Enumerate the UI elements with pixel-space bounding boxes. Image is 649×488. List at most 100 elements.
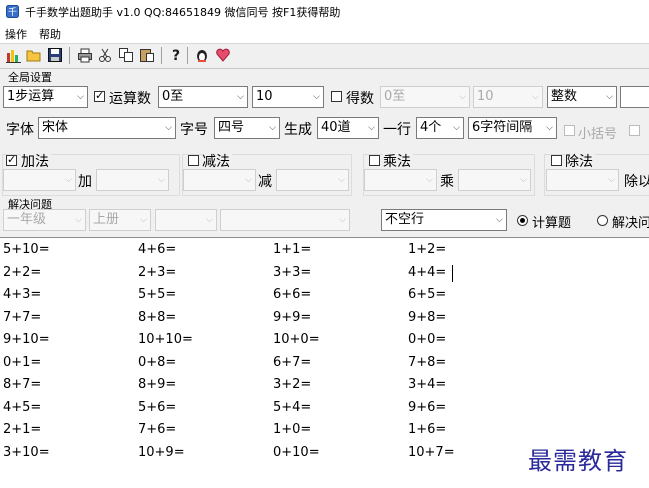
problem-cell: 2+1= — [3, 422, 42, 437]
menu-operate[interactable]: 操作 — [5, 26, 27, 42]
per-row-select[interactable]: 4个 ⌵ — [416, 117, 464, 139]
problem-cell: 8+8= — [138, 309, 177, 325]
sub-left-select[interactable]: ⌵ — [183, 169, 256, 191]
cut-icon[interactable] — [97, 47, 113, 63]
generate-label: 生成 — [284, 122, 312, 138]
generate-select[interactable]: 40道 ⌵ — [317, 117, 379, 139]
problem-cell: 4+3= — [3, 287, 42, 302]
grade-select[interactable]: 一年级 ⌵ — [3, 209, 86, 231]
problem-cell: 8+7= — [3, 377, 42, 392]
problem-cell: 5+10= — [3, 242, 50, 257]
add-right-select[interactable]: ⌵ — [96, 169, 169, 191]
mul-mid-label: 乘 — [440, 174, 454, 190]
window-title: 千手数学出题助手 v1.0 QQ:84651849 微信同号 按F1获得帮助 — [25, 6, 341, 19]
chart-icon[interactable] — [6, 47, 22, 63]
calc-radio-label: 计算题 — [532, 216, 572, 231]
topic-select[interactable]: ⌵ — [220, 209, 350, 231]
bracket-label: 小括号 — [578, 127, 618, 142]
help-icon[interactable]: ? — [168, 47, 184, 64]
problem-cell: 10+0= — [273, 332, 320, 347]
operand-count-checkbox[interactable] — [94, 89, 105, 102]
div-mid-label: 除以 — [624, 174, 649, 190]
problem-cell: 5+6= — [138, 399, 177, 415]
result-label: 得数 — [346, 91, 374, 107]
extra-select[interactable] — [620, 86, 649, 108]
open-folder-icon[interactable] — [26, 47, 42, 63]
problem-cell: 1+0= — [273, 422, 312, 437]
font-label: 字体 — [6, 122, 34, 138]
problem-cell: 6+7= — [273, 354, 312, 370]
size-label: 字号 — [180, 122, 208, 138]
problem-cell: 0+0= — [408, 332, 447, 347]
result-checkbox[interactable] — [331, 91, 342, 102]
problem-cell: 0+8= — [138, 354, 177, 370]
paste-icon[interactable] — [139, 47, 155, 63]
solve-radio[interactable] — [597, 215, 608, 226]
mul-right-select[interactable]: ⌵ — [458, 169, 531, 191]
app-icon: 千 — [6, 5, 19, 18]
sub-right-select[interactable]: ⌵ — [276, 169, 349, 191]
steps-select[interactable]: 1步运算 ⌵ — [3, 86, 88, 108]
mul-left-select[interactable]: ⌵ — [364, 169, 437, 191]
number-type-select[interactable]: 整数 ⌵ — [547, 86, 617, 108]
problem-cell: 1+2= — [408, 242, 447, 257]
problem-cell: 9+10= — [3, 332, 50, 347]
add-mid-label: 加 — [78, 174, 92, 190]
qq-penguin-icon[interactable] — [194, 47, 210, 63]
unit-select[interactable]: ⌵ — [155, 209, 217, 231]
font-select[interactable]: 宋体 ⌵ — [38, 117, 176, 139]
spacing-select[interactable]: 6字符间隔 ⌵ — [468, 117, 557, 139]
sub-mid-label: 减 — [258, 174, 272, 190]
line-mode-select[interactable]: 不空行 ⌵ — [381, 209, 507, 231]
div-checkbox[interactable] — [551, 155, 562, 166]
problem-cell: 7+7= — [3, 309, 42, 325]
problem-cell: 2+2= — [3, 264, 42, 280]
toolbar-separator — [69, 47, 70, 64]
problem-cell: 5+4= — [273, 399, 312, 415]
menu-bar: 操作 帮助 — [0, 23, 649, 43]
problem-cell: 10+10= — [138, 332, 193, 347]
problem-cell: 6+6= — [273, 287, 312, 302]
result-to-select[interactable]: 10 ⌵ — [473, 86, 543, 108]
operand-from-select[interactable]: 0至 ⌵ — [158, 86, 248, 108]
operand-to-select[interactable]: 10 ⌵ — [252, 86, 324, 108]
menu-help[interactable]: 帮助 — [39, 26, 61, 42]
problem-cell: 9+6= — [408, 399, 447, 415]
toolbar: ? — [0, 43, 649, 69]
extra-checkbox[interactable] — [629, 125, 640, 136]
mul-checkbox[interactable] — [369, 155, 380, 166]
problem-cell: 4+5= — [3, 399, 42, 415]
heart-icon[interactable] — [215, 47, 231, 63]
title-bar: 千 千手数学出题助手 v1.0 QQ:84651849 微信同号 按F1获得帮助 — [0, 0, 649, 23]
div-left-select[interactable]: ⌵ — [546, 169, 619, 191]
problem-cell: 1+1= — [273, 242, 312, 257]
save-icon[interactable] — [47, 47, 63, 63]
toolbar-separator — [187, 47, 188, 64]
per-row-label: 一行 — [383, 122, 411, 138]
add-checkbox[interactable] — [6, 153, 17, 166]
size-select[interactable]: 四号 ⌵ — [214, 117, 280, 139]
svg-text:千: 千 — [8, 7, 17, 18]
problem-cell: 10+9= — [138, 444, 185, 460]
print-icon[interactable] — [77, 47, 93, 63]
term-select[interactable]: 上册 ⌵ — [89, 209, 151, 231]
problem-cell: 3+4= — [408, 377, 447, 392]
problem-cell: 7+8= — [408, 354, 447, 370]
add-left-select[interactable]: ⌵ — [3, 169, 76, 191]
watermark: 最需教育 — [528, 447, 628, 475]
svg-text:?: ? — [172, 48, 180, 63]
bracket-checkbox[interactable] — [564, 125, 575, 136]
problem-cell: 1+6= — [408, 422, 447, 437]
div-label: 除法 — [565, 151, 595, 171]
sub-checkbox[interactable] — [188, 155, 199, 166]
problem-cell: 4+4= — [408, 264, 447, 280]
problem-cell: 9+8= — [408, 309, 447, 325]
copy-icon[interactable] — [118, 47, 134, 63]
problem-cell: 0+10= — [273, 444, 320, 460]
problem-cell: 3+2= — [273, 377, 312, 392]
problem-cell: 3+3= — [273, 264, 312, 280]
result-from-select[interactable]: 0至 ⌵ — [380, 86, 470, 108]
problem-cell: 4+6= — [138, 242, 177, 257]
calc-radio[interactable] — [517, 215, 528, 226]
sub-label: 减法 — [202, 151, 232, 171]
